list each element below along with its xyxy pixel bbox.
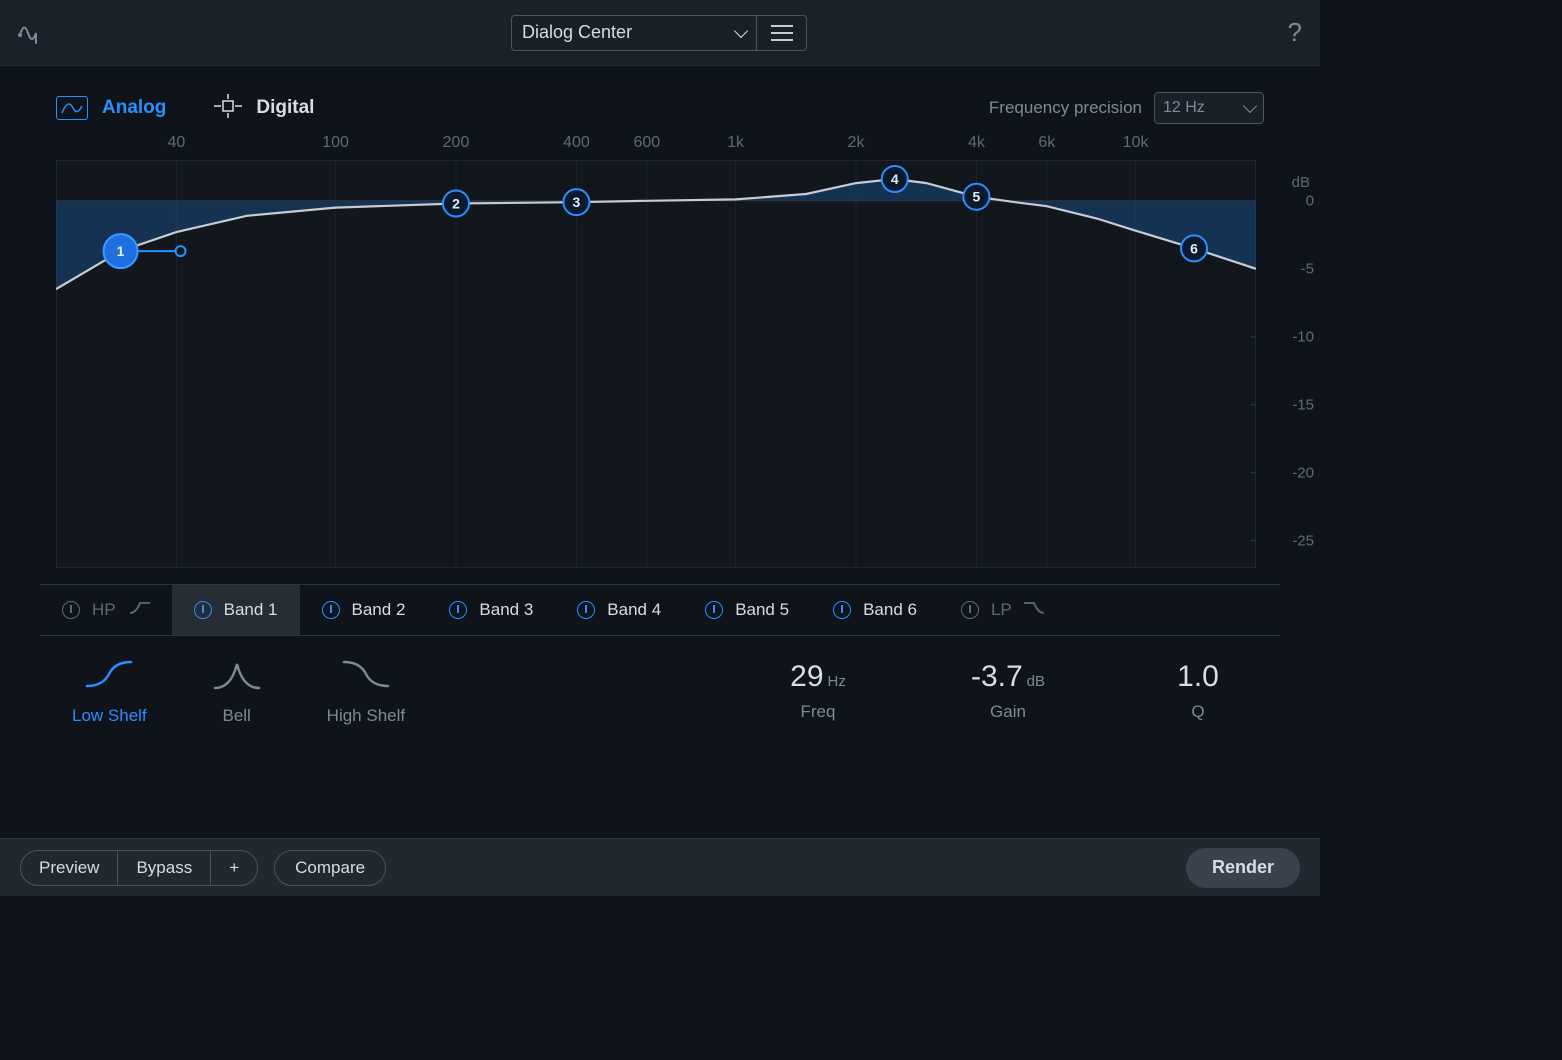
db-tick-label: -15 xyxy=(1292,396,1314,413)
band-tab-label: LP xyxy=(991,600,1012,620)
shape-high-shelf[interactable]: High Shelf xyxy=(327,660,405,726)
band-tab-b3[interactable]: Band 3 xyxy=(427,585,555,635)
mode-row: Analog Digital Frequency precision 12 Hz xyxy=(0,66,1320,124)
footer-bar: Preview Bypass + Compare Render xyxy=(0,838,1320,896)
band-tab-hp[interactable]: HP xyxy=(40,585,172,635)
compare-button[interactable]: Compare xyxy=(274,850,386,886)
band-tab-label: Band 5 xyxy=(735,600,789,620)
low-shelf-icon xyxy=(85,660,133,692)
freq-axis-ticks: 40 100 200 400 600 1k 2k 4k 6k 10k xyxy=(56,124,1256,160)
hamburger-icon xyxy=(771,25,793,41)
band-tab-label: Band 2 xyxy=(352,600,406,620)
band-tab-label: Band 1 xyxy=(224,600,278,620)
svg-text:4: 4 xyxy=(891,171,899,187)
band-tab-b6[interactable]: Band 6 xyxy=(811,585,939,635)
gain-readout[interactable]: -3.7dB Gain xyxy=(958,660,1058,722)
bypass-button[interactable]: Bypass xyxy=(118,851,211,885)
band-tab-label: Band 6 xyxy=(863,600,917,620)
add-button[interactable]: + xyxy=(211,851,257,885)
band-power-toggle[interactable] xyxy=(449,601,467,619)
preset-name: Dialog Center xyxy=(522,22,632,43)
shape-bell[interactable]: Bell xyxy=(213,660,261,726)
freq-tick-label: 40 xyxy=(168,134,186,152)
chevron-down-icon xyxy=(1243,99,1257,113)
analog-icon xyxy=(56,96,88,120)
band-power-toggle[interactable] xyxy=(322,601,340,619)
band-tab-lp[interactable]: LP xyxy=(939,585,1068,635)
band-tabs: HP Band 1 Band 2 Band 3 Band 4 Band 5 Band 6 LP xyxy=(40,584,1280,636)
band-tab-b4[interactable]: Band 4 xyxy=(555,585,683,635)
db-tick-label: -10 xyxy=(1292,328,1314,345)
band-power-toggle[interactable] xyxy=(833,601,851,619)
highpass-icon xyxy=(128,600,150,620)
menu-button[interactable] xyxy=(757,15,807,51)
freq-tick-label: 4k xyxy=(968,134,985,152)
help-button[interactable]: ? xyxy=(1266,17,1302,48)
band-tab-b1[interactable]: Band 1 xyxy=(172,585,300,635)
filter-params-row: Low Shelf Bell High Shelf 29Hz Freq -3.7… xyxy=(0,636,1320,726)
db-unit-label: dB xyxy=(1292,174,1310,191)
bell-icon xyxy=(213,660,261,692)
filter-shape-group: Low Shelf Bell High Shelf xyxy=(72,660,405,726)
band-power-toggle[interactable] xyxy=(194,601,212,619)
db-tick-label: -5 xyxy=(1301,260,1314,277)
freq-readout[interactable]: 29Hz Freq xyxy=(768,660,868,722)
band-tab-b5[interactable]: Band 5 xyxy=(683,585,811,635)
digital-icon xyxy=(214,94,242,123)
band-tab-label: Band 3 xyxy=(479,600,533,620)
header-bar: Dialog Center ? xyxy=(0,0,1320,66)
svg-text:1: 1 xyxy=(117,243,125,259)
freq-tick-label: 10k xyxy=(1123,134,1149,152)
svg-text:5: 5 xyxy=(973,189,981,205)
eq-curve-svg[interactable]: 1 2 3 4 5 6 xyxy=(56,160,1256,568)
preset-select[interactable]: Dialog Center xyxy=(511,15,757,51)
band-tab-label: HP xyxy=(92,600,116,620)
eq-chart-zone: 40 100 200 400 600 1k 2k 4k 6k 10k 1 2 3 4 5 6 dB 0 -5 -… xyxy=(0,124,1320,568)
band-tab-b2[interactable]: Band 2 xyxy=(300,585,428,635)
q-readout[interactable]: 1.0 Q xyxy=(1148,660,1248,722)
freq-tick-label: 600 xyxy=(633,134,660,152)
band-power-toggle[interactable] xyxy=(62,601,80,619)
render-button[interactable]: Render xyxy=(1186,848,1300,888)
mode-digital-button[interactable]: Digital xyxy=(214,94,314,123)
freq-tick-label: 6k xyxy=(1038,134,1055,152)
preview-button[interactable]: Preview xyxy=(21,851,118,885)
lowpass-icon xyxy=(1024,600,1046,620)
freq-precision-select[interactable]: 12 Hz xyxy=(1154,92,1264,124)
freq-tick-label: 100 xyxy=(322,134,349,152)
high-shelf-icon xyxy=(342,660,390,692)
eq-chart[interactable]: 123456 dB 0-5-10-15-20-25 xyxy=(56,160,1264,568)
freq-precision-control: Frequency precision 12 Hz xyxy=(989,92,1264,124)
mode-analog-button[interactable]: Analog xyxy=(56,96,166,120)
db-tick-label: -25 xyxy=(1292,532,1314,549)
band-power-toggle[interactable] xyxy=(961,601,979,619)
svg-text:2: 2 xyxy=(452,196,460,212)
freq-precision-label: Frequency precision xyxy=(989,98,1142,118)
freq-tick-label: 1k xyxy=(727,134,744,152)
svg-text:6: 6 xyxy=(1190,240,1198,256)
band-power-toggle[interactable] xyxy=(705,601,723,619)
freq-tick-label: 200 xyxy=(443,134,470,152)
param-readouts: 29Hz Freq -3.7dB Gain 1.0 Q xyxy=(768,660,1248,722)
preview-bypass-group: Preview Bypass + xyxy=(20,850,258,886)
svg-text:3: 3 xyxy=(573,194,581,210)
band-tab-label: Band 4 xyxy=(607,600,661,620)
app-logo-icon xyxy=(18,19,52,47)
eq-plugin-window: Dialog Center ? Analog Digital Frequ xyxy=(0,0,1320,896)
db-tick-label: 0 xyxy=(1306,192,1314,209)
chevron-down-icon xyxy=(734,23,748,37)
shape-low-shelf[interactable]: Low Shelf xyxy=(72,660,147,726)
band-power-toggle[interactable] xyxy=(577,601,595,619)
freq-tick-label: 2k xyxy=(848,134,865,152)
db-tick-label: -20 xyxy=(1292,464,1314,481)
freq-tick-label: 400 xyxy=(563,134,590,152)
